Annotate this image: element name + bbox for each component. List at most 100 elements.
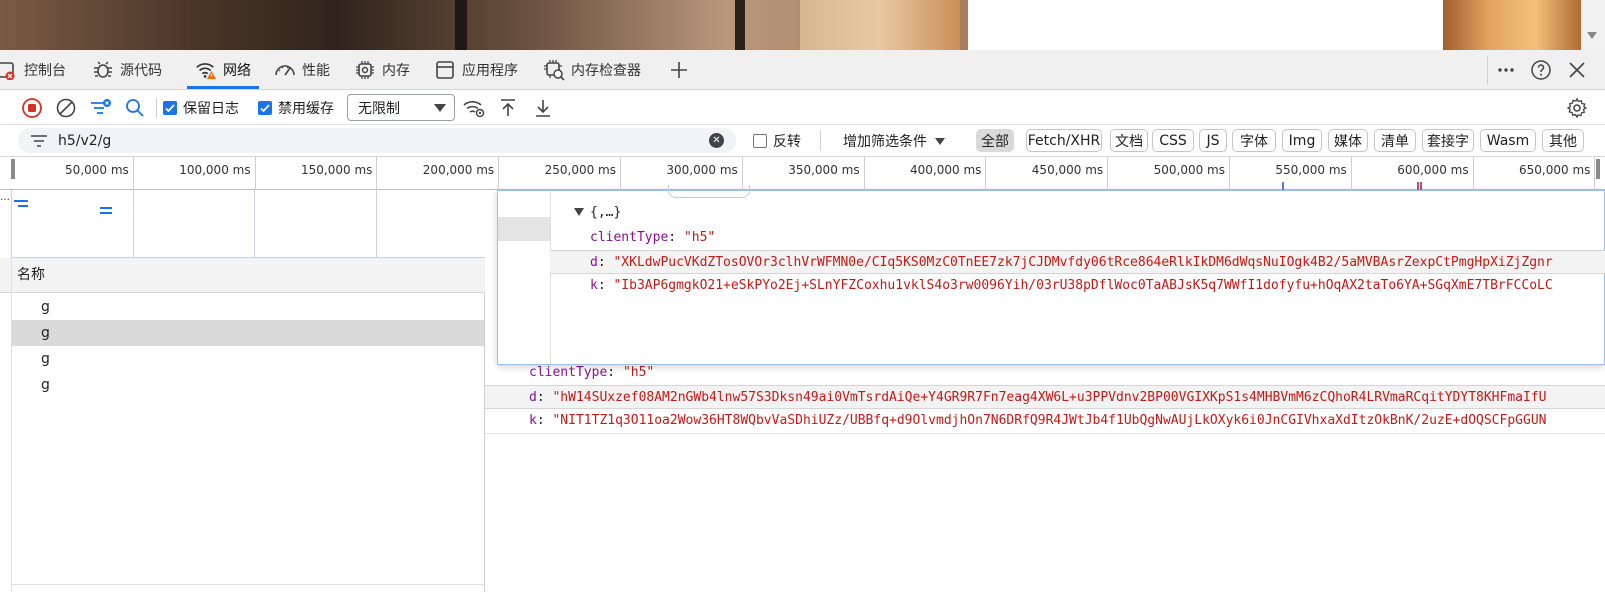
timeline-overview[interactable]: … [0, 190, 497, 258]
request-row[interactable]: g [11, 320, 484, 346]
speedometer-icon [274, 59, 296, 81]
preserve-log-checkbox[interactable]: 保留日志 [163, 98, 239, 118]
timeline-tick: 400,000 ms [865, 157, 987, 190]
scroll-down-arrow-icon[interactable] [1587, 32, 1597, 39]
timeline-tick: 500,000 ms [1108, 157, 1230, 190]
tab-performance[interactable]: 性能 [274, 50, 330, 89]
filter-type-8[interactable]: 清单 [1374, 129, 1416, 152]
throttling-select[interactable]: 无限制 [347, 94, 455, 121]
popover-row-clienttype: clientType: "h5" [590, 230, 716, 245]
clear-icon [56, 98, 76, 118]
filter-type-2[interactable]: 文档 [1110, 129, 1148, 152]
timeline-tick: 350,000 ms [743, 157, 865, 190]
overview-bar [18, 205, 28, 207]
network-settings-button[interactable] [1565, 96, 1589, 120]
page-photo-left [0, 0, 968, 50]
tab-memory-inspector[interactable]: 内存检查器 [543, 50, 641, 89]
timeline-ruler: 50,000 ms 100,000 ms 150,000 ms 200,000 ms 2… [0, 157, 1605, 190]
request-row[interactable]: g [11, 294, 484, 320]
list-guide-line [11, 258, 12, 592]
throttling-value: 无限制 [358, 100, 400, 117]
tab-memory[interactable]: 内存 [354, 50, 410, 89]
close-icon [1566, 59, 1588, 81]
clear-button[interactable] [54, 96, 78, 120]
overview-overflow-icon: … [0, 192, 10, 203]
devtools-tab-bar: 控制台 源代码 网络 性能 内存 应用程序 内存检查器 [0, 50, 1605, 90]
overview-bar [100, 207, 112, 209]
timeline-tick: 450,000 ms [986, 157, 1109, 190]
timeline-request-marker [1282, 182, 1284, 190]
page-content-strip [0, 0, 1605, 50]
filter-type-9[interactable]: 套接字 [1422, 129, 1474, 152]
timeline-tick: 200,000 ms [377, 157, 500, 190]
gear-icon [1566, 97, 1588, 119]
filter-type-6[interactable]: Img [1282, 129, 1322, 152]
filter-type-5[interactable]: 字体 [1232, 129, 1276, 152]
tab-application-label: 应用程序 [462, 62, 518, 79]
search-button[interactable] [123, 96, 147, 120]
help-button[interactable] [1530, 50, 1552, 89]
filter-type-4[interactable]: JS [1199, 129, 1227, 152]
popover-handle [668, 185, 750, 198]
page-scrollbar[interactable] [1581, 0, 1605, 50]
payload-row-d: d: "hW14SUxzef08AM2nGWb4lnw57S3Dksn49ai0… [485, 385, 1605, 409]
timeline-tick: 550,000 ms [1230, 157, 1352, 190]
more-filters-dropdown[interactable]: 增加筛选条件 [843, 131, 945, 151]
filter-icon [31, 134, 47, 147]
name-column-header[interactable]: 名称 [0, 258, 485, 293]
plus-icon [668, 59, 690, 81]
add-tab-button[interactable] [668, 50, 690, 89]
upload-icon [501, 99, 515, 116]
export-har-button[interactable] [531, 96, 555, 120]
memory-inspector-icon [543, 59, 565, 81]
tab-sources[interactable]: 源代码 [92, 50, 162, 89]
request-row[interactable]: g [11, 346, 484, 372]
checkbox-unchecked-icon [753, 134, 767, 148]
request-row[interactable]: g [11, 372, 484, 398]
disable-cache-checkbox[interactable]: 禁用缓存 [258, 98, 334, 118]
tab-application[interactable]: 应用程序 [434, 50, 518, 89]
console-icon [0, 59, 18, 81]
filter-type-0[interactable]: 全部 [976, 129, 1014, 152]
timeline-tick: 50,000 ms [12, 157, 134, 190]
timeline-right-handle[interactable] [1596, 159, 1600, 179]
filter-type-11[interactable]: 其他 [1542, 129, 1584, 152]
request-name: g [41, 377, 50, 393]
network-conditions-button[interactable] [462, 96, 486, 120]
record-stop-icon [22, 98, 42, 118]
filter-type-10[interactable]: Wasm [1480, 129, 1536, 152]
search-icon [126, 99, 144, 117]
invert-checkbox[interactable]: 反转 [753, 131, 801, 151]
more-vert-dots-icon [1495, 59, 1517, 81]
import-har-button[interactable] [496, 96, 520, 120]
request-list: 名称 g g g g [0, 258, 485, 592]
more-options-button[interactable] [1495, 50, 1517, 89]
wifi-warning-icon [195, 59, 217, 81]
tab-console[interactable]: 控制台 [0, 50, 66, 89]
request-name: g [41, 351, 50, 367]
close-devtools-button[interactable] [1566, 50, 1588, 89]
filter-toggle-button[interactable] [89, 96, 113, 120]
tab-console-label: 控制台 [24, 62, 66, 79]
tab-memory-label: 内存 [382, 62, 410, 79]
tab-sources-label: 源代码 [120, 62, 162, 79]
stop-recording-button[interactable] [20, 96, 44, 120]
preserve-log-label: 保留日志 [183, 101, 239, 117]
overview-bar [100, 212, 112, 214]
checkbox-checked-icon [163, 101, 177, 115]
download-icon [536, 100, 550, 117]
help-icon [1530, 59, 1552, 81]
popover-object-row[interactable]: {,…} [550, 201, 1605, 225]
tab-network[interactable]: 网络 [187, 50, 259, 89]
filter-type-1[interactable]: Fetch/XHR [1026, 129, 1102, 152]
disable-cache-label: 禁用缓存 [278, 101, 334, 117]
triangle-expanded-icon[interactable] [574, 208, 584, 216]
filter-type-7[interactable]: 媒体 [1328, 129, 1368, 152]
filter-input[interactable]: h5/v2/g ✕ [18, 128, 736, 153]
bug-icon [92, 59, 114, 81]
timeline-tick: 650,000 ms [1474, 157, 1596, 190]
filter-type-3[interactable]: CSS [1152, 129, 1194, 152]
payload-popover: {,…} clientType: "h5" d: "XKLdwPucVKdZTo… [497, 185, 1605, 365]
clear-filter-icon[interactable]: ✕ [709, 133, 724, 148]
network-toolbar: 保留日志 禁用缓存 无限制 [0, 90, 1605, 125]
